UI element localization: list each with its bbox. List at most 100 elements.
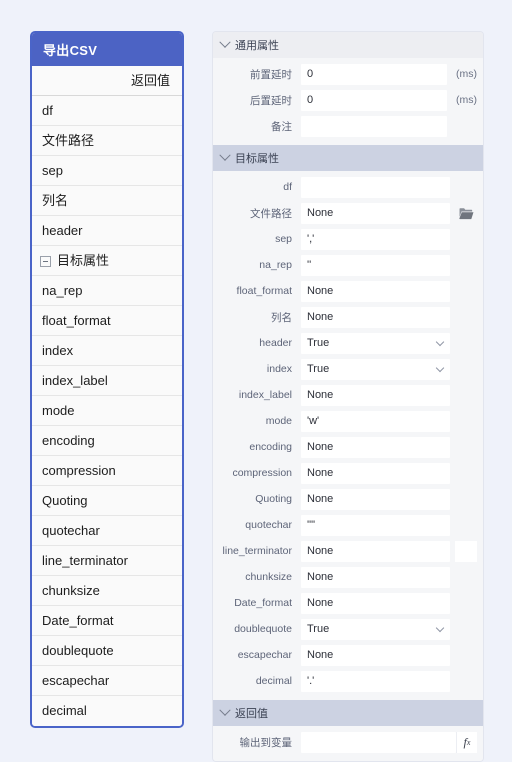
chevron-down-icon	[219, 36, 231, 48]
input-escapechar[interactable]: None	[301, 644, 450, 666]
select-index[interactable]: True	[301, 358, 450, 380]
list-item-Quoting[interactable]: Quoting	[32, 486, 182, 516]
list-group-目标属性[interactable]: 目标属性	[32, 246, 182, 276]
list-item-label: index_label	[42, 373, 108, 388]
property-row: doublequote True	[213, 617, 483, 641]
row-spacer	[455, 411, 477, 432]
property-label-sep: sep	[275, 233, 292, 245]
field-value: 'w'	[307, 415, 320, 427]
property-row: chunksize None	[213, 565, 483, 589]
input-sep[interactable]: ','	[301, 228, 450, 250]
property-label-df: df	[283, 181, 292, 193]
list-item-df[interactable]: df	[32, 96, 182, 126]
chevron-down-icon[interactable]	[435, 363, 445, 372]
property-label-encoding: encoding	[249, 441, 292, 453]
property-row: compression None	[213, 461, 483, 485]
input-decimal[interactable]: '.'	[301, 670, 450, 692]
input-line_terminator[interactable]: None	[301, 540, 450, 562]
property-row: mode 'w'	[213, 409, 483, 433]
list-item-label: escapechar	[42, 673, 110, 688]
property-row: index_label None	[213, 383, 483, 407]
section-title-target: 目标属性	[235, 153, 279, 165]
list-item-Date_format[interactable]: Date_format	[32, 606, 182, 636]
list-item-compression[interactable]: compression	[32, 456, 182, 486]
input-列名[interactable]: None	[301, 306, 450, 328]
input-df[interactable]	[301, 176, 450, 198]
input-index_label[interactable]: None	[301, 384, 450, 406]
list-item-index_label[interactable]: index_label	[32, 366, 182, 396]
list-item-float_format[interactable]: float_format	[32, 306, 182, 336]
field-value: True	[307, 363, 330, 375]
list-item-label: mode	[42, 403, 75, 418]
input-encoding[interactable]: None	[301, 436, 450, 458]
row-spacer	[455, 567, 477, 588]
list-item-index[interactable]: index	[32, 336, 182, 366]
list-item-label: doublequote	[42, 643, 114, 658]
property-row: 列名 None	[213, 305, 483, 329]
property-label-float_format: float_format	[236, 285, 292, 297]
list-item-escapechar[interactable]: escapechar	[32, 666, 182, 696]
row-spacer	[455, 671, 477, 692]
section-body-target: df 文件路径 None sep ',' na_rep '' float_format None…	[213, 171, 483, 700]
list-item-label: df	[42, 103, 53, 118]
unit-suffix: (ms)	[456, 94, 477, 106]
property-row: df	[213, 175, 483, 199]
line-terminator-extra-button[interactable]	[455, 540, 477, 562]
list-item-return-value[interactable]: 返回值	[32, 66, 182, 96]
fx-subscript: x	[466, 737, 471, 747]
input-quotechar[interactable]: '"'	[301, 514, 450, 536]
list-item-文件路径[interactable]: 文件路径	[32, 126, 182, 156]
list-item-line_terminator[interactable]: line_terminator	[32, 546, 182, 576]
list-item-encoding[interactable]: encoding	[32, 426, 182, 456]
field-value: None	[307, 493, 334, 505]
row-spacer	[455, 385, 477, 406]
list-item-sep[interactable]: sep	[32, 156, 182, 186]
list-item-header[interactable]: header	[32, 216, 182, 246]
property-label-输出到变量: 输出到变量	[239, 736, 293, 749]
section-title-return: 返回值	[235, 708, 268, 720]
input-Quoting[interactable]: None	[301, 488, 450, 510]
field-value: True	[307, 337, 330, 349]
property-label-quotechar: quotechar	[245, 519, 292, 531]
input-na_rep[interactable]: ''	[301, 254, 450, 276]
input-Date_format[interactable]: None	[301, 592, 450, 614]
collapse-minus-icon[interactable]	[40, 256, 51, 268]
row-spacer	[455, 437, 477, 458]
folder-icon[interactable]	[455, 203, 477, 224]
property-row: Date_format None	[213, 591, 483, 615]
chevron-down-icon	[219, 704, 231, 716]
property-label-index_label: index_label	[238, 389, 292, 401]
list-item-列名[interactable]: 列名	[32, 186, 182, 216]
select-header[interactable]: True	[301, 332, 450, 354]
field-value: ','	[307, 233, 315, 245]
field-value: None	[307, 467, 334, 479]
section-header-return[interactable]: 返回值	[213, 700, 483, 726]
property-row: 备注	[213, 114, 483, 138]
input-文件路径[interactable]: None	[301, 202, 450, 224]
select-doublequote[interactable]: True	[301, 618, 450, 640]
list-item-doublequote[interactable]: doublequote	[32, 636, 182, 666]
field-value: None	[307, 571, 334, 583]
list-item-quotechar[interactable]: quotechar	[32, 516, 182, 546]
fx-formula-icon[interactable]: fx	[456, 731, 477, 753]
list-item-decimal[interactable]: decimal	[32, 696, 182, 726]
property-label-decimal: decimal	[255, 675, 292, 687]
chevron-down-icon[interactable]	[435, 623, 445, 632]
input-float_format[interactable]: None	[301, 280, 450, 302]
property-row: 后置延时 0 (ms)	[213, 88, 483, 112]
section-header-general[interactable]: 通用属性	[213, 32, 483, 58]
input-后置延时[interactable]: 0	[301, 89, 447, 111]
input-备注[interactable]	[301, 115, 447, 137]
list-item-mode[interactable]: mode	[32, 396, 182, 426]
input-前置延时[interactable]: 0	[301, 63, 447, 85]
input-mode[interactable]: 'w'	[301, 410, 450, 432]
input-chunksize[interactable]: None	[301, 566, 450, 588]
chevron-down-icon[interactable]	[435, 337, 445, 346]
input-compression[interactable]: None	[301, 462, 450, 484]
unit-suffix: (ms)	[456, 68, 477, 80]
list-item-label: na_rep	[42, 283, 83, 298]
list-item-na_rep[interactable]: na_rep	[32, 276, 182, 306]
list-item-chunksize[interactable]: chunksize	[32, 576, 182, 606]
input-输出到变量[interactable]	[301, 731, 456, 753]
section-header-target[interactable]: 目标属性	[213, 145, 483, 171]
